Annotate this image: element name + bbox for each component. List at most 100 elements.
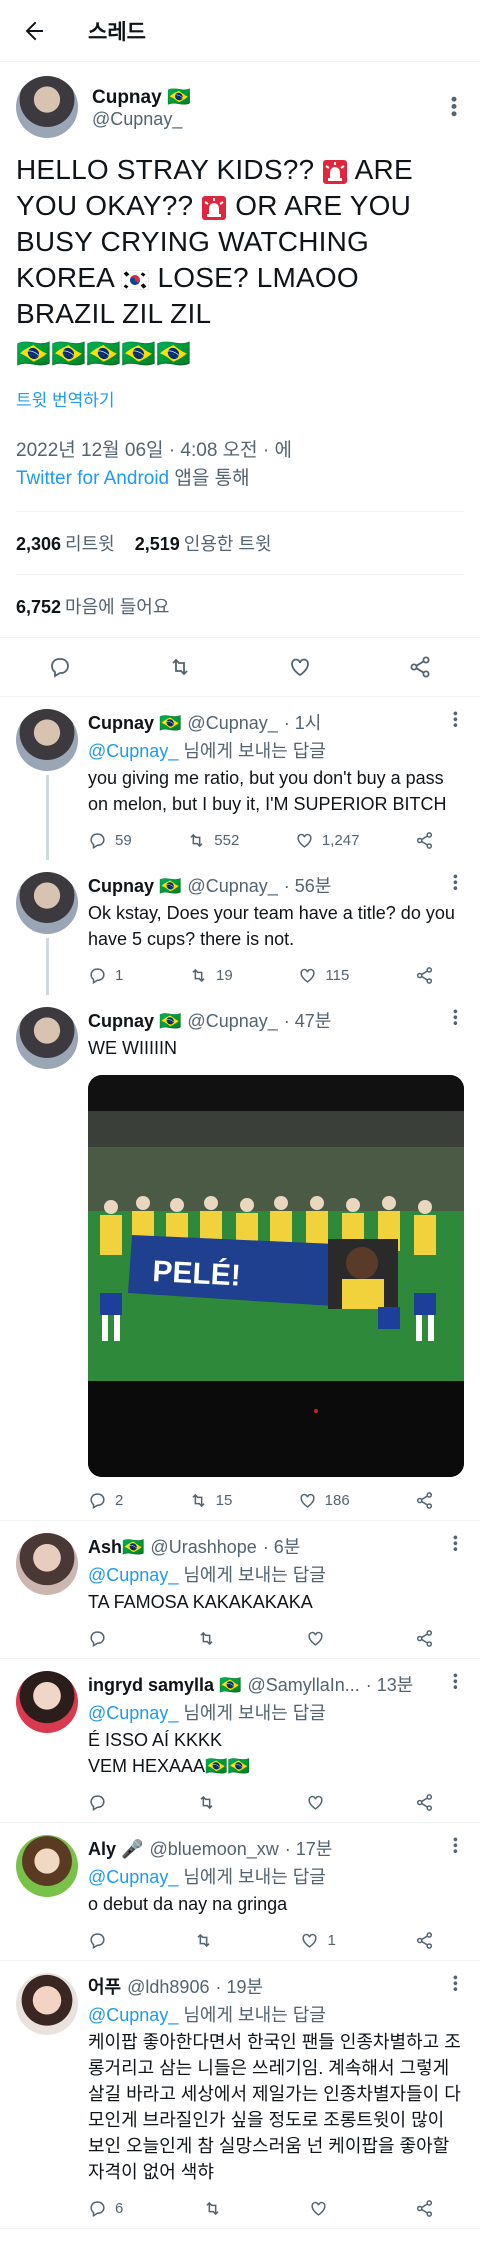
more-icon[interactable]: ••• bbox=[448, 711, 464, 729]
like-button[interactable]: 186 bbox=[298, 1491, 350, 1510]
avatar[interactable] bbox=[16, 872, 78, 934]
reply-button[interactable]: 6 bbox=[88, 2199, 123, 2218]
retweets-stat[interactable]: 2,306 리트윗 bbox=[16, 530, 115, 556]
reply-tweet[interactable]: Ash🇧🇷 @Urashhope · 6분 ••• @Cupnay_ 님에게 보… bbox=[0, 1521, 480, 1659]
reply-actions bbox=[88, 1793, 464, 1812]
share-button[interactable] bbox=[415, 831, 434, 850]
handle[interactable]: @Cupnay_ bbox=[187, 713, 277, 734]
like-button[interactable]: 115 bbox=[298, 966, 349, 985]
display-name[interactable]: 어푸 bbox=[88, 1973, 121, 1999]
back-button[interactable] bbox=[16, 13, 52, 49]
reply-button[interactable] bbox=[88, 1793, 115, 1812]
share-button[interactable] bbox=[415, 2199, 434, 2218]
time[interactable]: · 6분 bbox=[263, 1533, 301, 1559]
reply-button[interactable]: 2 bbox=[88, 1491, 123, 1510]
mention-link[interactable]: @Cupnay_ bbox=[88, 2005, 178, 2025]
timestamp[interactable]: 2022년 12월 06일 · 4:08 오전 · 에 bbox=[16, 440, 292, 461]
brazil-flag-icon: 🇧🇷🇧🇷🇧🇷🇧🇷🇧🇷 bbox=[16, 338, 192, 369]
more-icon[interactable]: ••• bbox=[448, 1673, 464, 1691]
like-count: 1,247 bbox=[321, 832, 360, 849]
more-icon[interactable]: ••• bbox=[448, 874, 464, 892]
reply-tweet[interactable]: Aly 🎤 @bluemoon_xw · 17분 ••• @Cupnay_ 님에… bbox=[0, 1823, 480, 1961]
reply-button[interactable] bbox=[48, 655, 72, 679]
reply-tweet[interactable]: Cupnay 🇧🇷 @Cupnay_ · 56분 ••• Ok kstay, D… bbox=[0, 860, 480, 995]
display-name[interactable]: Cupnay 🇧🇷 bbox=[88, 1011, 181, 1032]
like-button[interactable]: 1,247 bbox=[295, 831, 360, 850]
handle[interactable]: @ldh8906 bbox=[127, 1977, 209, 1998]
reply-tweet[interactable]: Cupnay 🇧🇷 @Cupnay_ · 1시 ••• @Cupnay_ 님에게… bbox=[0, 697, 480, 860]
source-link[interactable]: Twitter for Android bbox=[16, 468, 169, 489]
avatar[interactable] bbox=[16, 1533, 78, 1595]
avatar[interactable] bbox=[16, 76, 78, 138]
retweet-button[interactable]: 552 bbox=[187, 831, 239, 850]
time[interactable]: · 17분 bbox=[285, 1835, 333, 1861]
retweet-button[interactable] bbox=[203, 2199, 230, 2218]
handle[interactable]: @SamyllaIn... bbox=[247, 1675, 359, 1696]
retweet-button[interactable] bbox=[197, 1793, 224, 1812]
translate-link[interactable]: 트윗 번역하기 bbox=[16, 386, 464, 411]
like-button[interactable] bbox=[288, 655, 312, 679]
quotes-stat[interactable]: 2,519 인용한 트윗 bbox=[135, 530, 272, 556]
time[interactable]: · 19분 bbox=[215, 1973, 263, 1999]
mention-link[interactable]: @Cupnay_ bbox=[88, 1703, 178, 1723]
retweet-button[interactable]: 15 bbox=[189, 1491, 232, 1510]
reply-button[interactable] bbox=[88, 1629, 115, 1648]
more-icon[interactable]: ••• bbox=[448, 1535, 464, 1553]
avatar[interactable] bbox=[16, 709, 78, 771]
reply-header: Cupnay 🇧🇷 @Cupnay_ · 47분 ••• bbox=[88, 1007, 464, 1033]
reply-tweet[interactable]: Cupnay 🇧🇷 @Cupnay_ · 47분 ••• WE WIIIIIN bbox=[0, 995, 480, 1521]
share-button[interactable] bbox=[415, 1491, 434, 1510]
avatar[interactable] bbox=[16, 1671, 78, 1733]
like-count: 186 bbox=[324, 1492, 350, 1509]
reply-button[interactable] bbox=[88, 1931, 115, 1950]
reply-tweet[interactable]: 어푸 @ldh8906 · 19분 ••• @Cupnay_ 님에게 보내는 답… bbox=[0, 1961, 480, 2229]
like-button[interactable] bbox=[306, 1793, 333, 1812]
time[interactable]: · 47분 bbox=[284, 1007, 332, 1033]
like-button[interactable] bbox=[309, 2199, 336, 2218]
display-name[interactable]: Cupnay 🇧🇷 bbox=[92, 85, 443, 109]
avatar[interactable] bbox=[16, 1007, 78, 1069]
reply-tweet[interactable]: ingryd samylla 🇧🇷 @SamyllaIn... · 13분 ••… bbox=[0, 1659, 480, 1823]
time[interactable]: · 1시 bbox=[284, 709, 322, 735]
mention-link[interactable]: @Cupnay_ bbox=[88, 1867, 178, 1887]
mention-link[interactable]: @Cupnay_ bbox=[88, 741, 178, 761]
handle[interactable]: @Cupnay_ bbox=[187, 1011, 277, 1032]
display-name[interactable]: ingryd samylla 🇧🇷 bbox=[88, 1675, 241, 1696]
reply-button[interactable]: 59 bbox=[88, 831, 132, 850]
display-name[interactable]: Ash🇧🇷 bbox=[88, 1537, 144, 1558]
handle[interactable]: @Cupnay_ bbox=[92, 109, 443, 130]
avatar[interactable] bbox=[16, 1835, 78, 1897]
quotes-count: 2,519 bbox=[134, 534, 180, 554]
avatar[interactable] bbox=[16, 1973, 78, 2035]
time[interactable]: · 13분 bbox=[366, 1671, 414, 1697]
more-icon[interactable]: ••• bbox=[448, 1837, 464, 1855]
retweet-button[interactable] bbox=[197, 1629, 224, 1648]
time[interactable]: · 56분 bbox=[284, 872, 332, 898]
more-icon[interactable]: ••• bbox=[448, 1975, 464, 1993]
reply-button[interactable]: 1 bbox=[88, 966, 123, 985]
likes-stat[interactable]: 6,752 마음에 들어요 bbox=[16, 593, 169, 619]
share-button[interactable] bbox=[408, 655, 432, 679]
handle[interactable]: @Cupnay_ bbox=[187, 876, 277, 897]
share-button[interactable] bbox=[415, 1629, 434, 1648]
display-name[interactable]: Aly 🎤 bbox=[88, 1839, 143, 1860]
retweet-button[interactable]: 19 bbox=[189, 966, 233, 985]
like-button[interactable] bbox=[306, 1629, 333, 1648]
retweet-button[interactable] bbox=[168, 655, 192, 679]
more-icon[interactable]: ••• bbox=[443, 96, 464, 118]
display-name[interactable]: Cupnay 🇧🇷 bbox=[88, 876, 181, 897]
tweet-photo[interactable]: PELÉ! bbox=[88, 1075, 464, 1477]
more-icon[interactable]: ••• bbox=[448, 1009, 464, 1027]
share-button[interactable] bbox=[415, 1793, 434, 1812]
display-name[interactable]: Cupnay 🇧🇷 bbox=[88, 713, 181, 734]
reply-text: TA FAMOSA KAKAKAKAKA bbox=[88, 1592, 313, 1612]
share-button[interactable] bbox=[415, 1931, 434, 1950]
source-suffix: 앱을 통해 bbox=[169, 468, 250, 489]
share-button[interactable] bbox=[415, 966, 434, 985]
handle[interactable]: @bluemoon_xw bbox=[149, 1839, 278, 1860]
like-button[interactable]: 1 bbox=[300, 1931, 336, 1950]
retweet-button[interactable] bbox=[194, 1931, 221, 1950]
mention-link[interactable]: @Cupnay_ bbox=[88, 1565, 178, 1585]
handle[interactable]: @Urashhope bbox=[150, 1537, 256, 1558]
left-column bbox=[16, 1835, 78, 1960]
